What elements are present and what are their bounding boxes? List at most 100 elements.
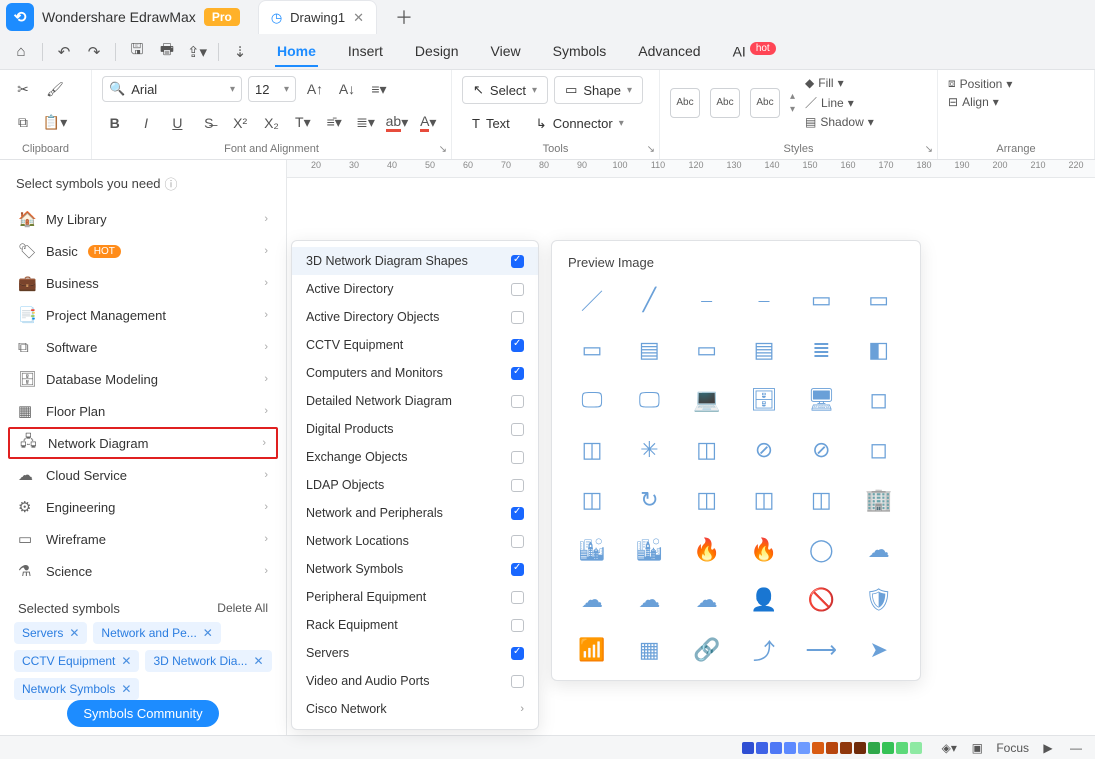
preview-shape-icon[interactable]: ☁ bbox=[855, 530, 903, 570]
submenu-item[interactable]: Computers and Monitors bbox=[292, 359, 538, 387]
document-tab[interactable]: ◷ Drawing1 ✕ bbox=[258, 0, 377, 34]
color-swatch[interactable] bbox=[770, 742, 782, 754]
format-painter-icon[interactable]: 🖌 bbox=[42, 76, 68, 102]
preview-shape-icon[interactable]: ⎯ bbox=[683, 280, 731, 320]
preview-shape-icon[interactable]: ⤴ bbox=[740, 630, 788, 670]
remove-chip-icon[interactable]: ✕ bbox=[69, 626, 79, 640]
text-highlight-icon[interactable]: ab▾ bbox=[384, 110, 409, 136]
redo-icon[interactable]: ↷ bbox=[81, 39, 107, 65]
sidebar-item-business[interactable]: 💼 Business › bbox=[8, 267, 278, 299]
checkbox[interactable] bbox=[511, 451, 524, 464]
align-button[interactable]: ⊟ Align▾ bbox=[948, 95, 1084, 109]
color-swatch[interactable] bbox=[868, 742, 880, 754]
home-icon[interactable]: ⌂ bbox=[8, 39, 34, 65]
sidebar-item-science[interactable]: ⚗ Science › bbox=[8, 555, 278, 587]
submenu-item[interactable]: Active Directory Objects bbox=[292, 303, 538, 331]
selected-chip[interactable]: CCTV Equipment✕ bbox=[14, 650, 139, 672]
zoom-out-icon[interactable]: — bbox=[1067, 741, 1085, 755]
submenu-item[interactable]: Active Directory bbox=[292, 275, 538, 303]
color-swatch[interactable] bbox=[840, 742, 852, 754]
color-swatches[interactable] bbox=[742, 742, 922, 754]
checkbox[interactable] bbox=[511, 647, 524, 660]
preview-shape-icon[interactable]: ↻ bbox=[625, 480, 673, 520]
decrease-font-icon[interactable]: A↓ bbox=[334, 76, 360, 102]
submenu-item[interactable]: Detailed Network Diagram bbox=[292, 387, 538, 415]
preview-shape-icon[interactable]: 🖵 bbox=[625, 380, 673, 420]
preview-shape-icon[interactable]: ≣ bbox=[797, 330, 845, 370]
preview-shape-icon[interactable]: ⊘ bbox=[740, 430, 788, 470]
submenu-item[interactable]: Exchange Objects bbox=[292, 443, 538, 471]
menu-ai[interactable]: AIhot bbox=[731, 37, 778, 67]
help-icon[interactable]: ⓘ bbox=[165, 174, 178, 193]
focus-label[interactable]: Focus bbox=[996, 741, 1029, 755]
shape-tool[interactable]: ▭ Shape▾ bbox=[554, 76, 643, 104]
paste-icon[interactable]: 📋▾ bbox=[42, 110, 68, 136]
font-size-select[interactable]: 12▾ bbox=[248, 76, 296, 102]
sidebar-item-wireframe[interactable]: ▭ Wireframe › bbox=[8, 523, 278, 555]
preview-shape-icon[interactable]: 🏢 bbox=[855, 480, 903, 520]
increase-font-icon[interactable]: A↑ bbox=[302, 76, 328, 102]
qa-customize-icon[interactable]: ⇣ bbox=[227, 39, 253, 65]
copy-icon[interactable]: ⧉ bbox=[10, 110, 36, 136]
sidebar-item-basic[interactable]: 🏷 Basic HOT › bbox=[8, 235, 278, 267]
color-swatch[interactable] bbox=[798, 742, 810, 754]
shadow-button[interactable]: ▤ Shadow ▾ bbox=[805, 115, 874, 129]
selected-chip[interactable]: Servers✕ bbox=[14, 622, 87, 644]
submenu-item[interactable]: Rack Equipment bbox=[292, 611, 538, 639]
superscript-icon[interactable]: X² bbox=[227, 110, 252, 136]
checkbox[interactable] bbox=[511, 591, 524, 604]
preview-shape-icon[interactable]: ☁ bbox=[625, 580, 673, 620]
subscript-icon[interactable]: X₂ bbox=[259, 110, 284, 136]
preview-shape-icon[interactable]: 🏙 bbox=[625, 530, 673, 570]
checkbox[interactable] bbox=[511, 311, 524, 324]
color-swatch[interactable] bbox=[812, 742, 824, 754]
submenu-item[interactable]: Peripheral Equipment bbox=[292, 583, 538, 611]
checkbox[interactable] bbox=[511, 479, 524, 492]
remove-chip-icon[interactable]: ✕ bbox=[121, 682, 131, 696]
text-tool[interactable]: T Text bbox=[462, 110, 520, 138]
preview-shape-icon[interactable]: ⟶ bbox=[797, 630, 845, 670]
select-tool[interactable]: ↖ Select▾ bbox=[462, 76, 548, 104]
preview-shape-icon[interactable]: ◧ bbox=[855, 330, 903, 370]
checkbox[interactable] bbox=[511, 255, 524, 268]
checkbox[interactable] bbox=[511, 535, 524, 548]
preview-shape-icon[interactable]: ▤ bbox=[625, 330, 673, 370]
play-icon[interactable]: ▶ bbox=[1039, 741, 1057, 755]
cut-icon[interactable]: ✂ bbox=[10, 76, 36, 102]
preview-shape-icon[interactable]: 🖥 bbox=[797, 380, 845, 420]
font-name-select[interactable]: 🔍 Arial▾ bbox=[102, 76, 242, 102]
new-tab-button[interactable]: ＋ bbox=[395, 4, 413, 30]
submenu-item[interactable]: Cisco Network› bbox=[292, 695, 538, 723]
sidebar-item-project-management[interactable]: 📑 Project Management › bbox=[8, 299, 278, 331]
style-preset-2[interactable]: Abc bbox=[710, 88, 740, 118]
submenu-item[interactable]: LDAP Objects bbox=[292, 471, 538, 499]
color-swatch[interactable] bbox=[742, 742, 754, 754]
style-preset-3[interactable]: Abc bbox=[750, 88, 780, 118]
color-swatch[interactable] bbox=[854, 742, 866, 754]
sidebar-item-software[interactable]: ⧉ Software › bbox=[8, 331, 278, 363]
submenu-item[interactable]: CCTV Equipment bbox=[292, 331, 538, 359]
preview-shape-icon[interactable]: 🛡 bbox=[855, 580, 903, 620]
submenu-item[interactable]: 3D Network Diagram Shapes bbox=[292, 247, 538, 275]
checkbox[interactable] bbox=[511, 395, 524, 408]
menu-symbols[interactable]: Symbols bbox=[551, 37, 609, 67]
preview-shape-icon[interactable]: ⊘ bbox=[797, 430, 845, 470]
preview-shape-icon[interactable]: ／ bbox=[568, 280, 616, 320]
preview-shape-icon[interactable]: ☁ bbox=[683, 580, 731, 620]
sidebar-item-network-diagram[interactable]: 🖧 Network Diagram › bbox=[8, 427, 278, 459]
preview-shape-icon[interactable]: 💻 bbox=[683, 380, 731, 420]
print-icon[interactable]: 🖶 bbox=[154, 39, 180, 65]
preview-shape-icon[interactable]: ✳ bbox=[625, 430, 673, 470]
preview-shape-icon[interactable]: ➤ bbox=[855, 630, 903, 670]
preview-shape-icon[interactable]: ◯ bbox=[797, 530, 845, 570]
submenu-item[interactable]: Servers bbox=[292, 639, 538, 667]
submenu-item[interactable]: Digital Products bbox=[292, 415, 538, 443]
checkbox[interactable] bbox=[511, 283, 524, 296]
sidebar-item-my-library[interactable]: 🏠 My Library › bbox=[8, 203, 278, 235]
selected-chip[interactable]: 3D Network Dia...✕ bbox=[145, 650, 271, 672]
preview-shape-icon[interactable]: ◻ bbox=[855, 380, 903, 420]
preview-shape-icon[interactable]: 🔥 bbox=[740, 530, 788, 570]
submenu-item[interactable]: Network Symbols bbox=[292, 555, 538, 583]
dialog-launcher-icon[interactable]: ↘ bbox=[925, 144, 933, 155]
color-swatch[interactable] bbox=[896, 742, 908, 754]
